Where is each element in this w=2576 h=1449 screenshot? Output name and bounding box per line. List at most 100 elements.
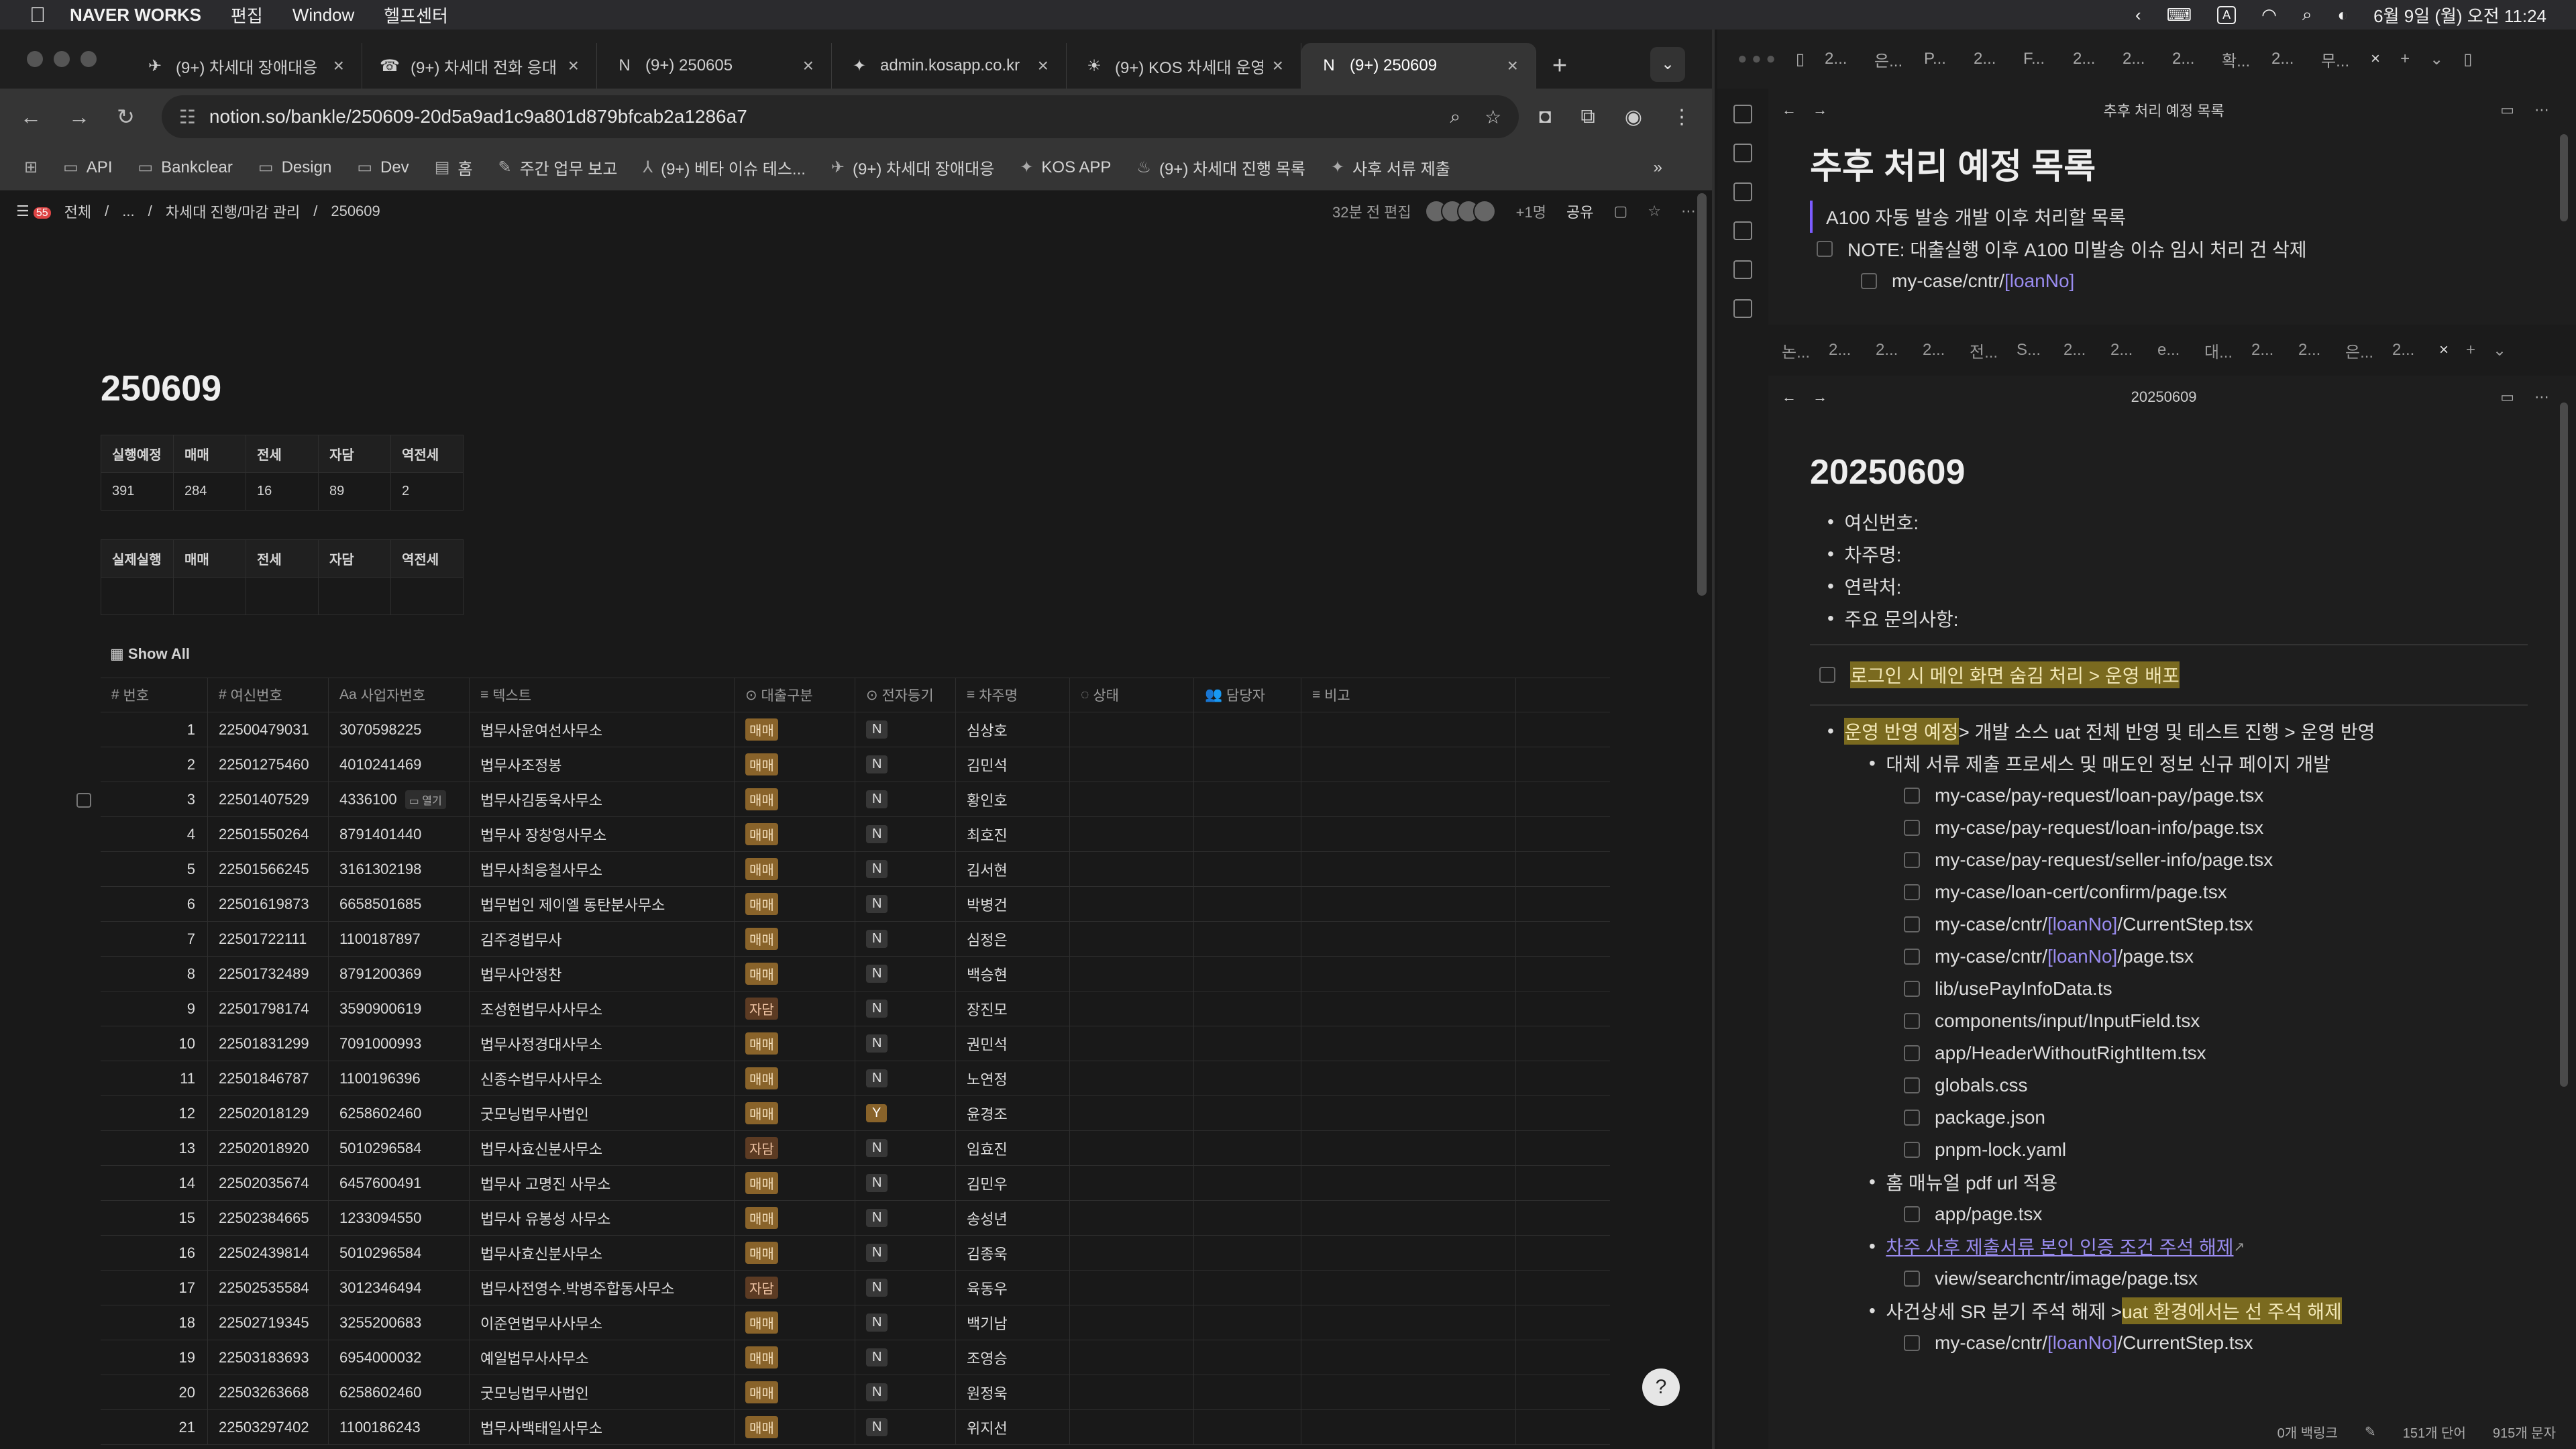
- cell-status[interactable]: [1070, 1166, 1194, 1200]
- canvas-icon[interactable]: [1733, 221, 1752, 240]
- cell-loan-no[interactable]: 22501619873: [208, 887, 329, 921]
- bookmark-folder[interactable]: ▭ Bankclear: [138, 158, 232, 177]
- cell-loan-no[interactable]: 22502535584: [208, 1271, 329, 1305]
- cell-note[interactable]: [1301, 747, 1516, 782]
- table-row[interactable]: 13 22502018920 5010296584 법무사효신분사무소 자담 N 임효진: [101, 1131, 1610, 1166]
- close-tab-icon[interactable]: ×: [1273, 55, 1283, 76]
- extensions-icon[interactable]: ⧉: [1580, 105, 1595, 129]
- cell-number[interactable]: 9: [101, 991, 208, 1026]
- profile-icon[interactable]: ◉: [1625, 105, 1642, 129]
- cell-number[interactable]: 12: [101, 1096, 208, 1130]
- cell-note[interactable]: [1301, 1340, 1516, 1375]
- column-header[interactable]: Aa 사업자번호: [329, 678, 470, 712]
- share-button[interactable]: 공유: [1566, 201, 1593, 222]
- chevron-down-icon[interactable]: ⌄: [2430, 50, 2443, 69]
- cell-e-registry[interactable]: Y: [855, 1096, 956, 1130]
- internal-link[interactable]: [loanNo]: [2047, 1332, 2117, 1354]
- cell-biz-no[interactable]: 1100187897: [329, 922, 470, 956]
- cell-loan-type[interactable]: 매매: [735, 957, 855, 991]
- cell-borrower[interactable]: 권민석: [956, 1026, 1070, 1061]
- cell-biz-no[interactable]: 1100196396: [329, 1061, 470, 1095]
- chevron-down-icon[interactable]: ⌄: [2493, 341, 2506, 360]
- cell-note[interactable]: [1301, 1166, 1516, 1200]
- task-checkbox[interactable]: [1817, 241, 1833, 257]
- cell-loan-type[interactable]: 매매: [735, 1236, 855, 1270]
- summary-value[interactable]: 284: [173, 472, 246, 511]
- task-checkbox[interactable]: [1904, 1045, 1920, 1061]
- table-row[interactable]: 4 22501550264 8791401440 법무사 장창영사무소 매매 N 최호진: [101, 817, 1610, 852]
- cell-borrower[interactable]: 임효진: [956, 1131, 1070, 1165]
- cell-note[interactable]: [1301, 1061, 1516, 1095]
- pane-scrollbar[interactable]: [2560, 402, 2568, 1087]
- cell-loan-type[interactable]: 매매: [735, 852, 855, 886]
- cell-borrower[interactable]: 박병건: [956, 887, 1070, 921]
- table-row[interactable]: 17 22502535584 3012346494 법무사전영수.박병주합동사무소 자담…: [101, 1271, 1610, 1305]
- cell-note[interactable]: [1301, 1410, 1516, 1444]
- cell-status[interactable]: [1070, 747, 1194, 782]
- cell-number[interactable]: 4: [101, 817, 208, 851]
- breadcrumb-current[interactable]: 250609: [331, 203, 380, 220]
- cell-loan-no[interactable]: 22502384665: [208, 1201, 329, 1235]
- cell-text[interactable]: 법무사김동욱사무소: [470, 782, 735, 816]
- bookmark-star-icon[interactable]: ☆: [1485, 106, 1501, 128]
- obsidian-tab[interactable]: 전...: [1970, 339, 1999, 362]
- obsidian-tab[interactable]: 2...: [1974, 50, 2003, 68]
- cell-loan-no[interactable]: 22501407529: [208, 782, 329, 816]
- cell-loan-no[interactable]: 22501550264: [208, 817, 329, 851]
- page-scrollbar[interactable]: [1697, 193, 1707, 596]
- forward-icon[interactable]: →: [1813, 101, 1827, 119]
- bookmarks-overflow-icon[interactable]: »: [1654, 158, 1662, 177]
- obsidian-tab[interactable]: 2...: [1923, 341, 1952, 360]
- cell-number[interactable]: 19: [101, 1340, 208, 1375]
- column-header[interactable]: 👥 담당자: [1194, 678, 1301, 712]
- cell-text[interactable]: 법무사 고명진 사무소: [470, 1166, 735, 1200]
- cell-loan-no[interactable]: 22501798174: [208, 991, 329, 1026]
- cell-biz-no[interactable]: 6258602460: [329, 1096, 470, 1130]
- column-header[interactable]: ≡ 비고: [1301, 678, 1516, 712]
- cell-biz-no[interactable]: 6954000032: [329, 1340, 470, 1375]
- back-icon[interactable]: ←: [1782, 101, 1796, 119]
- cell-loan-type[interactable]: 자담: [735, 1271, 855, 1305]
- cell-biz-no[interactable]: 1100186243: [329, 1410, 470, 1444]
- cell-text[interactable]: 법무사효신분사무소: [470, 1131, 735, 1165]
- cell-biz-no[interactable]: 1233094550: [329, 1201, 470, 1235]
- obsidian-tab[interactable]: 2...: [2063, 341, 2093, 360]
- menu-window[interactable]: Window: [292, 5, 354, 25]
- cell-loan-no[interactable]: 22501846787: [208, 1061, 329, 1095]
- cell-biz-no[interactable]: 5010296584: [329, 1131, 470, 1165]
- obsidian-tab[interactable]: 2...: [2298, 341, 2328, 360]
- cell-loan-no[interactable]: 22501732489: [208, 957, 329, 991]
- cell-status[interactable]: [1070, 782, 1194, 816]
- cell-text[interactable]: 법무사정경대사무소: [470, 1026, 735, 1061]
- obsidian-tab[interactable]: P...: [1924, 50, 1953, 68]
- task-checkbox[interactable]: [1904, 1335, 1920, 1351]
- cell-loan-type[interactable]: 매매: [735, 1305, 855, 1340]
- cell-text[interactable]: 이준연법무사사무소: [470, 1305, 735, 1340]
- cell-loan-type[interactable]: 매매: [735, 1410, 855, 1444]
- obsidian-tab[interactable]: 대...: [2204, 339, 2234, 362]
- cell-note[interactable]: [1301, 991, 1516, 1026]
- cell-borrower[interactable]: 윤경조: [956, 1096, 1070, 1130]
- task-checkbox[interactable]: [1904, 1206, 1920, 1222]
- close-tab-icon[interactable]: ×: [2439, 341, 2449, 360]
- apps-grid-icon[interactable]: ⊞: [24, 158, 38, 177]
- cell-loan-type[interactable]: 매매: [735, 887, 855, 921]
- cell-note[interactable]: [1301, 1236, 1516, 1270]
- files-icon[interactable]: [1733, 105, 1752, 123]
- cell-assignee[interactable]: [1194, 1271, 1301, 1305]
- cell-loan-type[interactable]: 매매: [735, 922, 855, 956]
- back-icon[interactable]: ←: [1782, 388, 1796, 406]
- favorite-star-icon[interactable]: ☆: [1648, 203, 1661, 220]
- bookmark-link[interactable]: ▤ 홈: [435, 156, 473, 179]
- pane-scrollbar[interactable]: [2560, 134, 2568, 221]
- wifi-icon[interactable]: ◠: [2261, 5, 2277, 25]
- cell-assignee[interactable]: [1194, 1305, 1301, 1340]
- browser-tab[interactable]: ✦ admin.kosapp.co.kr ×: [832, 43, 1067, 89]
- bookmark-link[interactable]: ♨ (9+) 차세대 진행 목록: [1136, 156, 1305, 179]
- task-checkbox[interactable]: [1904, 949, 1920, 965]
- cell-e-registry[interactable]: N: [855, 817, 956, 851]
- cell-text[interactable]: 법무사조정봉: [470, 747, 735, 782]
- task-checkbox[interactable]: [1904, 820, 1920, 836]
- site-info-icon[interactable]: ☷: [179, 106, 196, 128]
- internal-link[interactable]: [loanNo]: [2047, 914, 2117, 935]
